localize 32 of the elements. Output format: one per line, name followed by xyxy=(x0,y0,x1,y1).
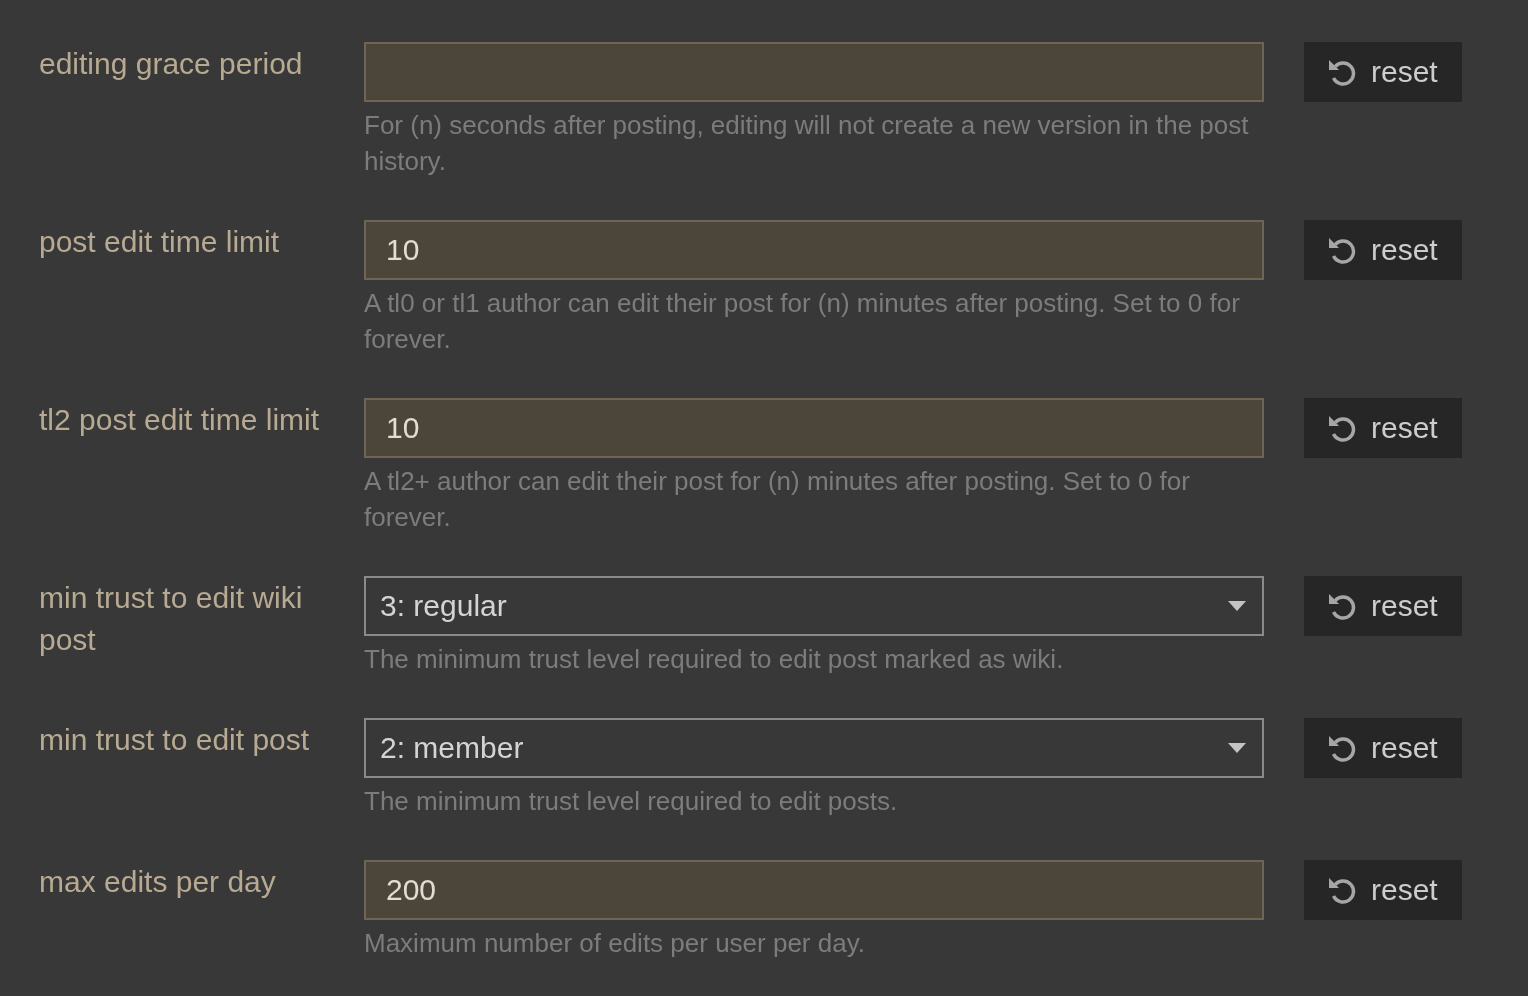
caret-down-icon xyxy=(1228,743,1246,753)
setting-label: min trust to edit post xyxy=(39,722,311,758)
reset-button[interactable]: reset xyxy=(1304,398,1462,458)
counterclockwise-arrow-icon xyxy=(1327,235,1357,265)
input-field[interactable]: 10 xyxy=(364,398,1264,458)
input-field[interactable]: 200 xyxy=(364,860,1264,920)
reset-button[interactable]: reset xyxy=(1304,576,1462,636)
reset-button[interactable]: reset xyxy=(1304,220,1462,280)
setting-label: max edits per day xyxy=(39,864,277,900)
setting-description: A tl2+ author can edit their post for (n) minutes after posting. Set to 0 for forever. xyxy=(364,465,1191,534)
setting-description: A tl0 or tl1 author can edit their post for (n) minutes after posting. Set to 0 for forever. xyxy=(364,287,1241,356)
setting-description: For (n) seconds after posting, editing will not create a new version in the post history. xyxy=(364,109,1250,178)
setting-description: The minimum trust level required to edit post marked as wiki. xyxy=(364,643,1065,676)
counterclockwise-arrow-icon xyxy=(1327,413,1357,443)
input-field[interactable] xyxy=(364,42,1264,102)
setting-label: min trust to edit wiki post xyxy=(39,580,304,658)
setting-label: editing grace period xyxy=(39,46,304,82)
counterclockwise-arrow-icon xyxy=(1327,875,1357,905)
setting-description: The minimum trust level required to edit posts. xyxy=(364,785,899,818)
setting-label: post edit time limit xyxy=(39,224,281,260)
reset-button[interactable]: reset xyxy=(1304,860,1462,920)
input-field[interactable]: 10 xyxy=(364,220,1264,280)
dropdown[interactable]: 3: regular xyxy=(364,576,1264,636)
counterclockwise-arrow-icon xyxy=(1327,57,1357,87)
setting-label: tl2 post edit time limit xyxy=(39,402,321,438)
dropdown[interactable]: 2: member xyxy=(364,718,1264,778)
caret-down-icon xyxy=(1228,601,1246,611)
setting-description: Maximum number of edits per user per day. xyxy=(364,927,866,960)
reset-button[interactable]: reset xyxy=(1304,718,1462,778)
counterclockwise-arrow-icon xyxy=(1327,733,1357,763)
counterclockwise-arrow-icon xyxy=(1327,591,1357,621)
reset-button[interactable]: reset xyxy=(1304,42,1462,102)
